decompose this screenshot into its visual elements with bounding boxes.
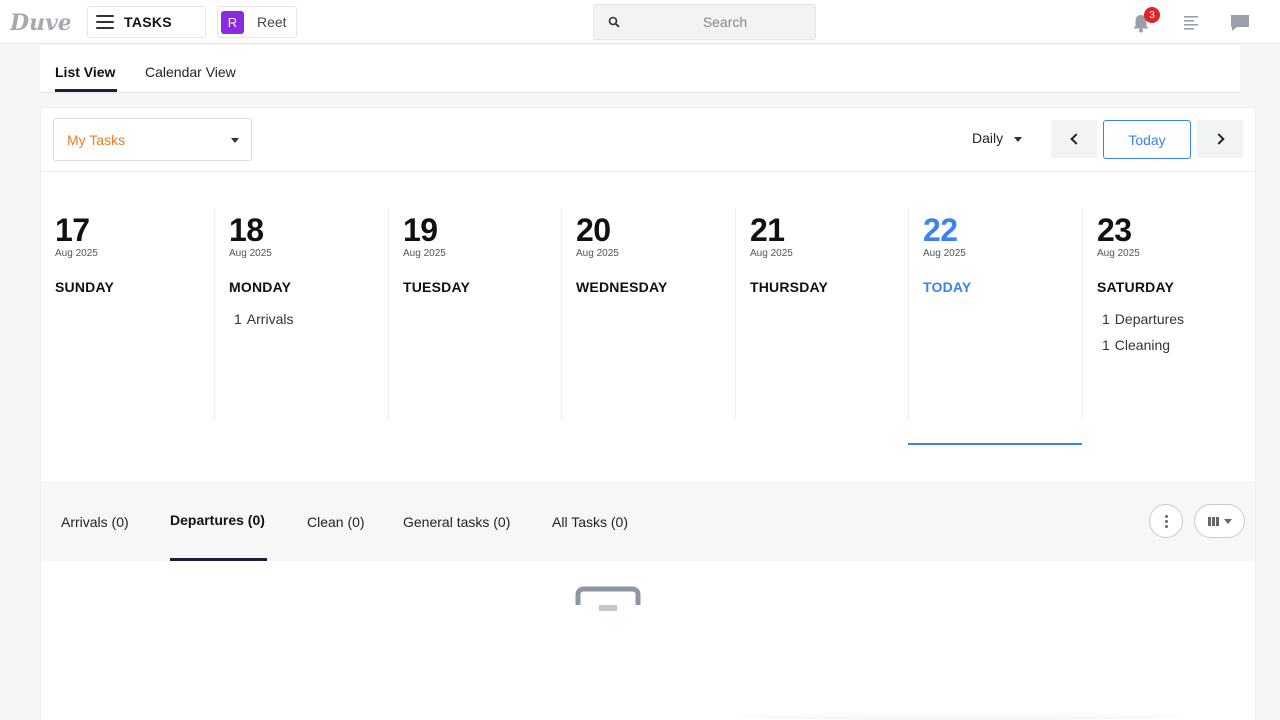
day-number: 17 xyxy=(55,212,90,248)
tab-calendar-view[interactable]: Calendar View xyxy=(145,64,236,80)
today-button[interactable]: Today xyxy=(1103,120,1191,159)
tasks-panel: My Tasks Daily Today 17 Aug 2025 SUNDAY … xyxy=(40,107,1256,720)
day-month: Aug 2025 xyxy=(923,248,966,259)
task-filter-select[interactable]: My Tasks xyxy=(53,118,252,161)
columns-button[interactable] xyxy=(1194,504,1245,538)
main-menu-button[interactable]: TASKS xyxy=(87,6,206,38)
active-tab-indicator xyxy=(170,558,267,561)
day-number: 18 xyxy=(229,212,264,248)
day-column[interactable]: 17 Aug 2025 SUNDAY xyxy=(41,208,214,420)
chevron-down-icon xyxy=(1223,518,1232,524)
previous-button[interactable] xyxy=(1051,120,1097,158)
search-icon xyxy=(608,16,620,28)
notes-icon[interactable] xyxy=(1183,14,1199,30)
day-number: 20 xyxy=(576,212,611,248)
chat-icon[interactable] xyxy=(1230,13,1250,33)
chevron-right-icon xyxy=(1212,133,1225,145)
duve-logo[interactable]: Duve xyxy=(10,8,70,36)
task-filter-value: My Tasks xyxy=(67,131,126,148)
active-tab-indicator xyxy=(55,89,117,92)
search-box[interactable] xyxy=(593,4,816,40)
tab-arrivals[interactable]: Arrivals (0) xyxy=(61,514,129,530)
day-month: Aug 2025 xyxy=(750,248,793,259)
section-title: TASKS xyxy=(124,14,172,30)
day-column[interactable]: 19 Aug 2025 TUESDAY xyxy=(388,208,561,420)
search-input[interactable] xyxy=(650,14,800,30)
tab-list-view[interactable]: List View xyxy=(55,64,115,80)
more-vertical-icon xyxy=(1164,514,1168,528)
day-column[interactable]: 21 Aug 2025 THURSDAY xyxy=(735,208,908,420)
day-month: Aug 2025 xyxy=(403,248,446,259)
tab-all-tasks[interactable]: All Tasks (0) xyxy=(552,514,628,530)
day-name: MONDAY xyxy=(229,279,292,295)
period-select[interactable]: Daily xyxy=(972,130,1003,146)
columns-icon xyxy=(1207,516,1220,526)
day-month: Aug 2025 xyxy=(1097,248,1140,259)
day-month: Aug 2025 xyxy=(576,248,619,259)
svg-text:Duve: Duve xyxy=(10,10,70,36)
avatar: R xyxy=(221,10,244,34)
day-task-summary[interactable]: 1 Cleaning xyxy=(1102,337,1255,363)
day-column[interactable]: 23 Aug 2025 SATURDAY 1 Departures 1 Cleani… xyxy=(1082,208,1255,420)
chevron-down-icon xyxy=(1014,137,1022,142)
day-name: TUESDAY xyxy=(403,279,471,295)
top-bar: Duve TASKS R Reet 3 xyxy=(0,0,1280,44)
tab-departures[interactable]: Departures (0) xyxy=(170,512,265,528)
day-strip: 17 Aug 2025 SUNDAY 18 Aug 2025 MONDAY 1A… xyxy=(41,208,1255,448)
more-options-button[interactable] xyxy=(1149,504,1183,538)
tab-general-tasks[interactable]: General tasks (0) xyxy=(403,514,510,530)
toolbar: My Tasks Daily Today xyxy=(41,108,1255,172)
hamburger-icon xyxy=(96,15,114,29)
day-month: Aug 2025 xyxy=(229,248,272,259)
day-number: 23 xyxy=(1097,212,1132,248)
day-name: THURSDAY xyxy=(750,279,829,295)
user-name: Reet xyxy=(257,14,287,30)
day-column-today[interactable]: 22 Aug 2025 TODAY xyxy=(908,208,1081,420)
day-number: 19 xyxy=(403,212,438,248)
selected-day-indicator xyxy=(908,443,1082,445)
tab-clean[interactable]: Clean (0) xyxy=(307,514,365,530)
day-task-summary[interactable]: 1 Arrivals xyxy=(234,311,387,337)
empty-box-icon xyxy=(575,586,641,611)
day-name: SATURDAY xyxy=(1097,279,1175,295)
day-column[interactable]: 20 Aug 2025 WEDNESDAY xyxy=(561,208,734,420)
day-column[interactable]: 18 Aug 2025 MONDAY 1 Arrivals xyxy=(214,208,387,420)
day-name: SUNDAY xyxy=(55,279,115,295)
overlay-shadow xyxy=(740,712,1180,720)
day-name: TODAY xyxy=(923,279,972,295)
day-number: 22 xyxy=(923,212,958,248)
day-number: 21 xyxy=(750,212,785,248)
task-type-tabs: Arrivals (0) Departures (0) Clean (0) Ge… xyxy=(41,481,1255,561)
chevron-down-icon xyxy=(231,138,239,143)
next-button[interactable] xyxy=(1197,120,1243,158)
user-switcher[interactable]: R Reet xyxy=(217,6,297,38)
day-task-summary[interactable]: 1 Departures xyxy=(1102,311,1255,337)
day-month: Aug 2025 xyxy=(55,248,98,259)
view-tabs: List View Calendar View xyxy=(40,45,1240,93)
notification-badge: 3 xyxy=(1144,7,1160,23)
day-name: WEDNESDAY xyxy=(576,279,668,295)
chevron-left-icon xyxy=(1069,133,1082,145)
